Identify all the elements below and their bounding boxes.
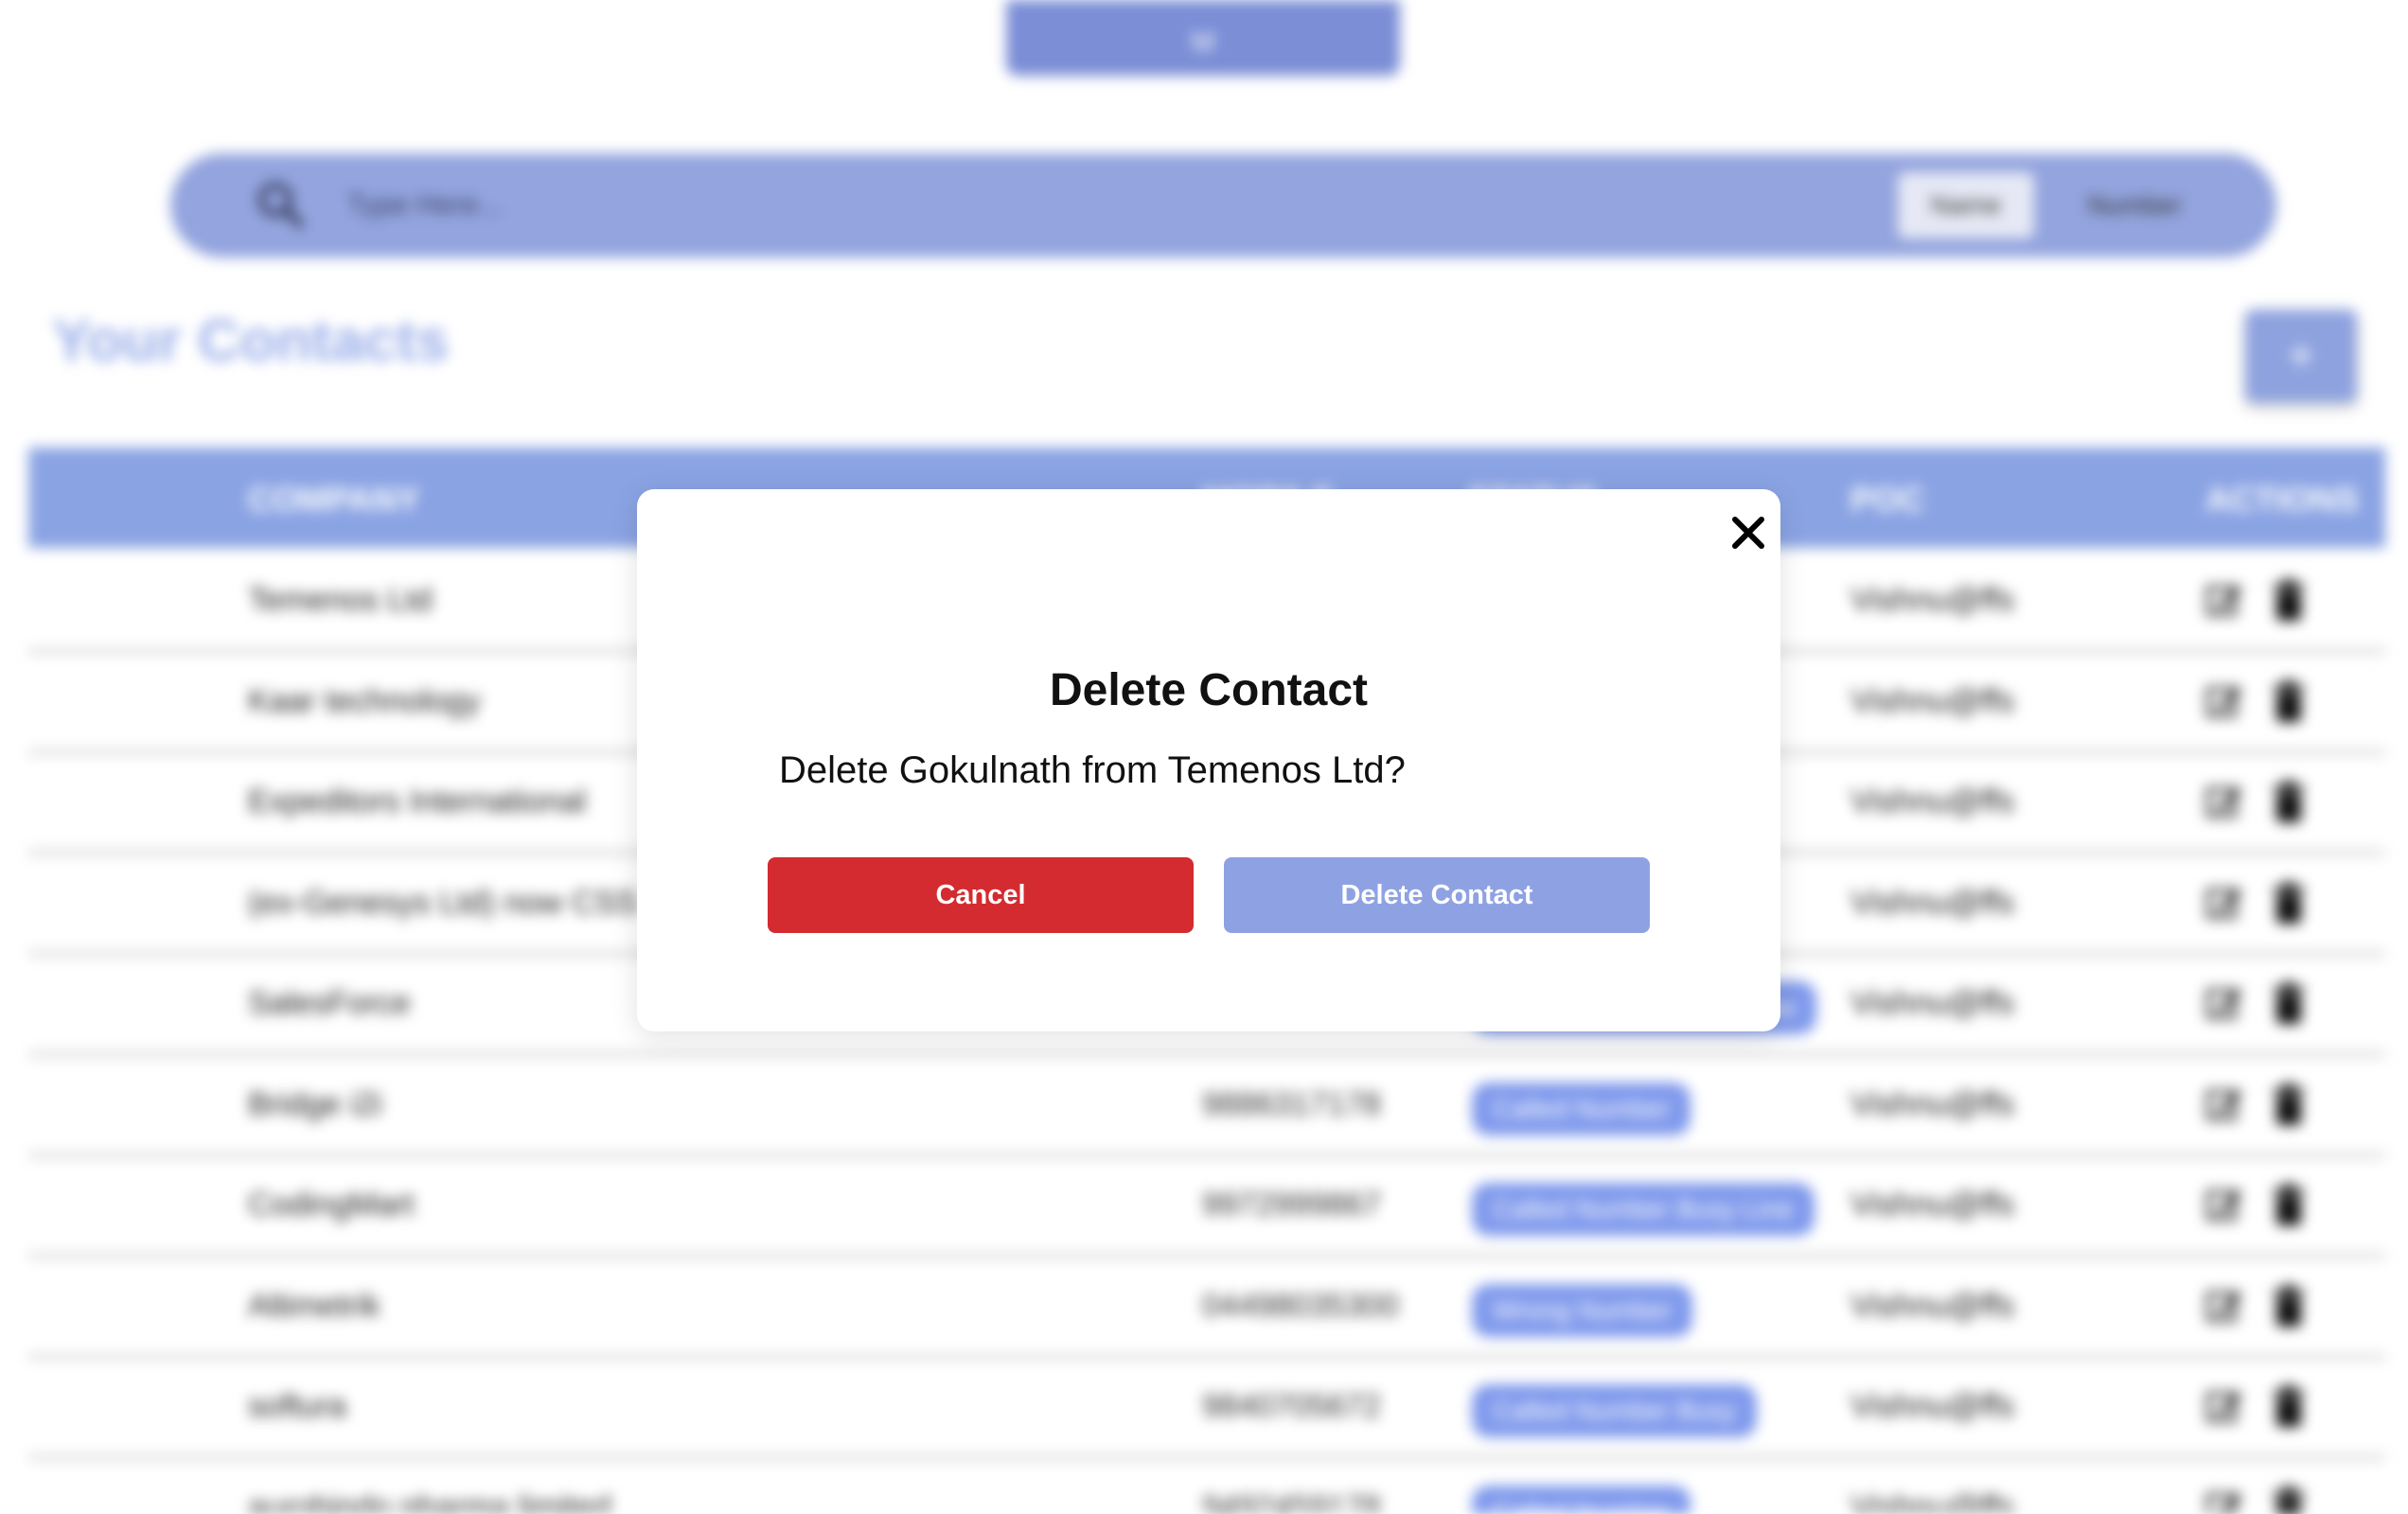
top-button[interactable]: M <box>1006 0 1400 76</box>
mobile-cell: 9886317178 <box>1202 1085 1382 1122</box>
edit-icon[interactable] <box>2205 1185 2243 1223</box>
poc-cell: Vishnu@ffs <box>1850 1488 2015 1514</box>
column-header-actions: ACTIONS <box>2205 480 2359 519</box>
status-badge: Wrong Number <box>1472 1283 1693 1337</box>
poc-cell: Vishnu@ffs <box>1850 884 2015 921</box>
edit-icon[interactable] <box>2205 883 2243 921</box>
trash-icon[interactable] <box>2272 1083 2306 1126</box>
trash-icon[interactable] <box>2272 578 2306 622</box>
trash-icon[interactable] <box>2272 981 2306 1025</box>
table-row: Bridge i2i 9886317178 Called Number Vishnu@… <box>28 1057 2385 1158</box>
toggle-name-label: Name <box>1930 190 2002 220</box>
edit-icon[interactable] <box>2205 580 2243 618</box>
company-cell: SalesForce <box>248 985 411 1021</box>
status-badge: Called Number <box>1472 1485 1691 1514</box>
poc-cell: Vishnu@ffs <box>1850 1085 2015 1122</box>
poc-cell: Vishnu@ffs <box>1850 985 2015 1021</box>
close-icon[interactable] <box>1724 508 1773 557</box>
delete-contact-button[interactable]: Delete Contact <box>1224 857 1650 933</box>
status-badge: Called Number <box>1472 1082 1691 1136</box>
delete-contact-modal: Delete Contact Delete Gokulnath from Tem… <box>637 489 1780 1031</box>
column-header-poc: POC <box>1850 480 1925 519</box>
trash-icon[interactable] <box>2272 1384 2306 1428</box>
poc-cell: Vishnu@ffs <box>1850 1287 2015 1324</box>
modal-message: Delete Gokulnath from Temenos Ltd? <box>779 749 1406 791</box>
table-row: softura 9840705672 Called Number Busy Vishn… <box>28 1360 2385 1460</box>
cancel-button[interactable]: Cancel <box>768 857 1194 933</box>
trash-icon[interactable] <box>2272 1183 2306 1226</box>
poc-cell: Vishnu@ffs <box>1850 1187 2015 1223</box>
search-bar: Name Number <box>170 153 2276 257</box>
company-cell: Altimetrik <box>248 1287 381 1324</box>
trash-icon[interactable] <box>2272 1486 2306 1514</box>
edit-icon[interactable] <box>2205 1084 2243 1122</box>
poc-cell: Vishnu@ffs <box>1850 682 2015 719</box>
company-cell: CodingMart <box>248 1187 415 1223</box>
company-cell: Temenos Ltd <box>248 582 433 618</box>
search-icon[interactable] <box>256 180 305 229</box>
mobile-cell: 9972999867 <box>1202 1187 1382 1223</box>
table-row: Altimetrik 04498035300 Wrong Number Vishnu@… <box>28 1259 2385 1360</box>
edit-icon[interactable] <box>2205 1488 2243 1514</box>
search-by-number-toggle[interactable]: Number <box>2054 172 2215 238</box>
edit-icon[interactable] <box>2205 1386 2243 1424</box>
poc-cell: Vishnu@ffs <box>1850 582 2015 618</box>
poc-cell: Vishnu@ffs <box>1850 783 2015 819</box>
company-cell: aurobindo pharma limited <box>248 1488 611 1514</box>
mobile-cell: 9492459178 <box>1202 1488 1382 1514</box>
table-row: aurobindo pharma limited 9492459178 Called… <box>28 1460 2385 1514</box>
edit-icon[interactable] <box>2205 1286 2243 1324</box>
search-input[interactable] <box>345 182 1765 229</box>
edit-icon[interactable] <box>2205 983 2243 1021</box>
trash-icon[interactable] <box>2272 881 2306 924</box>
modal-title: Delete Contact <box>1049 665 1369 715</box>
company-cell: Kaar technology <box>248 682 481 719</box>
add-contact-button[interactable]: + <box>2245 309 2357 402</box>
mobile-cell: 04498035300 <box>1202 1287 1400 1324</box>
edit-icon[interactable] <box>2205 782 2243 819</box>
page-title: Your Contacts <box>52 308 450 374</box>
column-header-company: COMPANY <box>248 480 420 519</box>
company-cell: Bridge i2i <box>248 1085 382 1122</box>
trash-icon[interactable] <box>2272 1284 2306 1328</box>
top-button-label: M <box>1191 26 1215 58</box>
add-contact-label: + <box>2287 330 2315 381</box>
company-cell: softura <box>248 1388 346 1424</box>
status-badge: Called Number Busy <box>1472 1384 1757 1437</box>
poc-cell: Vishnu@ffs <box>1850 1388 2015 1424</box>
company-cell: Expeditors International <box>248 783 587 819</box>
status-badge: Called Number Busy Line <box>1472 1183 1815 1236</box>
trash-icon[interactable] <box>2272 679 2306 723</box>
table-row: CodingMart 9972999867 Called Number Busy L… <box>28 1158 2385 1259</box>
edit-icon[interactable] <box>2205 681 2243 719</box>
mobile-cell: 9840705672 <box>1202 1388 1382 1424</box>
trash-icon[interactable] <box>2272 780 2306 823</box>
search-by-name-toggle[interactable]: Name <box>1898 172 2034 238</box>
toggle-number-label: Number <box>2087 190 2182 220</box>
